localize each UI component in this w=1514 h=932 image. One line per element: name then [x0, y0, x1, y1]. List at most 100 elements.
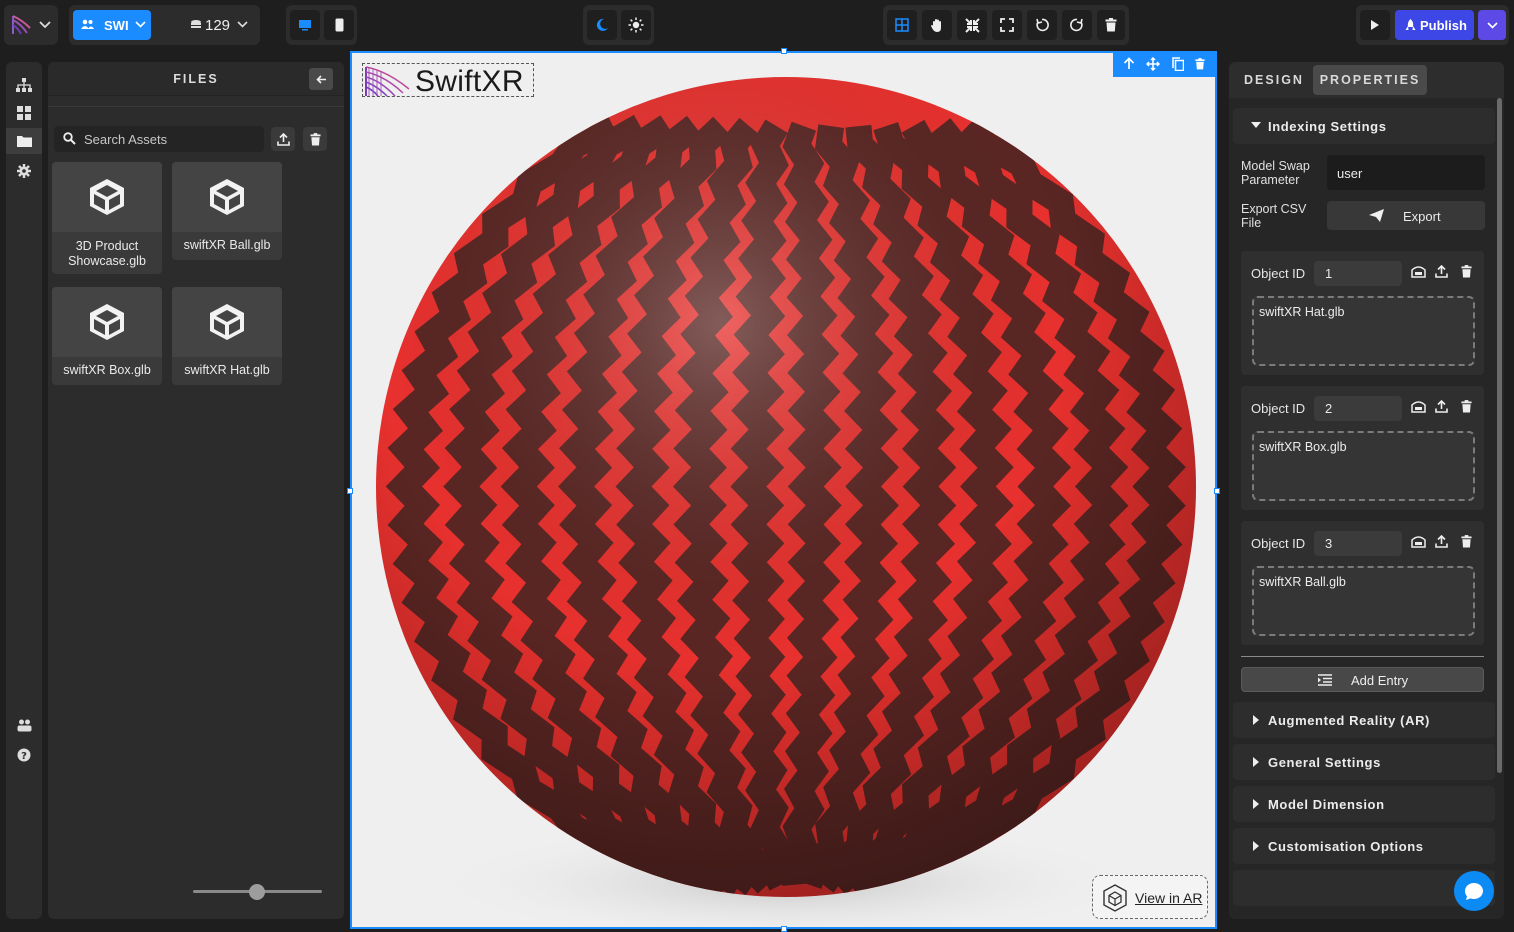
search-input[interactable]: [84, 126, 260, 152]
workspace-selector[interactable]: SWI: [73, 10, 151, 40]
caret-right-icon: [1253, 715, 1259, 725]
view-in-ar-button[interactable]: View in AR: [1092, 875, 1208, 919]
trash-icon[interactable]: [1461, 400, 1472, 416]
view-in-ar-label: View in AR: [1135, 890, 1203, 906]
dark-mode-button[interactable]: [587, 10, 617, 40]
files-title: FILES: [173, 72, 219, 86]
viewport-canvas[interactable]: SwiftXR View in AR: [350, 51, 1217, 929]
hierarchy-icon: [16, 78, 32, 92]
object-id-input[interactable]: 2: [1314, 396, 1402, 421]
chevron-down-icon: [135, 21, 146, 28]
asset-card[interactable]: swiftXR Box.glb: [52, 287, 162, 385]
asset-card[interactable]: swiftXR Hat.glb: [172, 287, 282, 385]
desktop-view-button[interactable]: [290, 10, 320, 40]
section-augmented-reality[interactable]: Augmented Reality (AR): [1233, 702, 1495, 738]
trash-icon[interactable]: [1461, 265, 1472, 281]
mobile-view-button[interactable]: [324, 10, 354, 40]
asset-name: swiftXR Hat.glb: [184, 363, 270, 377]
redo-button[interactable]: [1062, 10, 1092, 40]
grid-button[interactable]: [887, 10, 917, 40]
asset-name: swiftXR Box.glb: [63, 363, 151, 377]
publish-options-button[interactable]: [1478, 10, 1506, 40]
play-icon: [1371, 20, 1379, 30]
model-icon[interactable]: [1411, 535, 1426, 551]
tab-properties[interactable]: PROPERTIES: [1313, 65, 1427, 95]
chat-bubble-icon: [1465, 882, 1483, 900]
model-dropzone[interactable]: swiftXR Box.glb: [1252, 431, 1475, 501]
upload-asset-button[interactable]: [271, 127, 295, 151]
tab-design[interactable]: DESIGN: [1235, 65, 1313, 95]
settings-button[interactable]: [6, 158, 42, 184]
fullscreen-button[interactable]: [992, 10, 1022, 40]
upload-icon[interactable]: [1435, 399, 1448, 416]
undo-button[interactable]: [1027, 10, 1057, 40]
asset-name: 3D Product Showcase.glb: [68, 239, 146, 268]
resize-handle[interactable]: [781, 926, 787, 932]
credits-dropdown[interactable]: 129: [184, 10, 254, 40]
delete-asset-button[interactable]: [303, 127, 327, 151]
section-model-dimension[interactable]: Model Dimension: [1233, 786, 1495, 822]
asset-card[interactable]: swiftXR Ball.glb: [172, 162, 282, 260]
export-button[interactable]: Export: [1327, 201, 1485, 230]
collaborators-button[interactable]: [6, 712, 42, 738]
light-mode-button[interactable]: [621, 10, 651, 40]
add-entry-label: Add Entry: [1351, 673, 1409, 688]
workspace-label: SWI: [104, 18, 129, 33]
upload-icon[interactable]: [1435, 264, 1448, 281]
slider-handle[interactable]: [249, 884, 265, 900]
upload-icon[interactable]: [1435, 534, 1448, 551]
object-id-input[interactable]: 1: [1314, 261, 1402, 286]
object-id-label: Object ID: [1251, 401, 1306, 416]
resize-handle[interactable]: [781, 48, 787, 54]
publish-label: Publish: [1420, 18, 1467, 33]
object-id-value: 2: [1325, 401, 1333, 416]
publish-button[interactable]: Publish: [1395, 10, 1474, 40]
indexing-settings-header[interactable]: Indexing Settings: [1233, 108, 1495, 144]
rocket-icon: [1405, 19, 1416, 31]
resize-handle[interactable]: [1214, 488, 1220, 494]
model-dropzone[interactable]: swiftXR Ball.glb: [1252, 566, 1475, 636]
brand-menu[interactable]: [4, 5, 58, 45]
credits-count: 129: [205, 17, 231, 34]
delete-scene-button[interactable]: [1097, 10, 1125, 40]
dropzone-model-name: swiftXR Hat.glb: [1259, 305, 1345, 319]
scene-tools-group: [883, 5, 1129, 45]
caret-right-icon: [1253, 757, 1259, 767]
scene-tree-button[interactable]: [6, 72, 42, 98]
brand-logo[interactable]: SwiftXR: [362, 63, 534, 98]
files-button[interactable]: [6, 128, 42, 154]
trash-icon[interactable]: [1461, 535, 1472, 551]
asset-card[interactable]: 3D Product Showcase.glb: [52, 162, 162, 274]
compress-button[interactable]: [957, 10, 987, 40]
panel-scrollbar[interactable]: [1497, 98, 1502, 773]
layout-grid-icon: [17, 106, 31, 120]
model-icon[interactable]: [1411, 265, 1426, 281]
resize-handle[interactable]: [347, 488, 353, 494]
trash-icon[interactable]: [1195, 57, 1205, 73]
export-csv-label: Export CSV File: [1241, 202, 1307, 230]
copy-icon[interactable]: [1172, 56, 1184, 74]
caret-down-icon: [1251, 122, 1261, 128]
section-customisation-options[interactable]: Customisation Options: [1233, 828, 1495, 864]
section-title: General Settings: [1268, 755, 1381, 770]
add-entry-button[interactable]: Add Entry: [1241, 667, 1484, 692]
help-button[interactable]: ?: [6, 742, 42, 768]
caret-right-icon: [1253, 799, 1259, 809]
arrow-up-icon[interactable]: [1123, 57, 1135, 73]
section-general-settings[interactable]: General Settings: [1233, 744, 1495, 780]
move-icon[interactable]: [1146, 56, 1161, 74]
chevron-down-icon: [38, 19, 52, 31]
object-id-input[interactable]: 3: [1314, 531, 1402, 556]
model-icon[interactable]: [1411, 400, 1426, 416]
chat-support-button[interactable]: [1454, 871, 1494, 911]
model-dropzone[interactable]: swiftXR Hat.glb: [1252, 296, 1475, 366]
workspace-group: SWI 129: [69, 5, 260, 45]
dropzone-model-name: swiftXR Ball.glb: [1259, 575, 1346, 589]
preview-button[interactable]: [1360, 10, 1390, 40]
pan-button[interactable]: [922, 10, 952, 40]
layout-button[interactable]: [6, 100, 42, 126]
users-icon: [17, 719, 31, 731]
model-swap-input[interactable]: user: [1327, 155, 1485, 190]
asset-name: swiftXR Ball.glb: [183, 238, 271, 252]
collapse-panel-button[interactable]: [309, 68, 333, 90]
